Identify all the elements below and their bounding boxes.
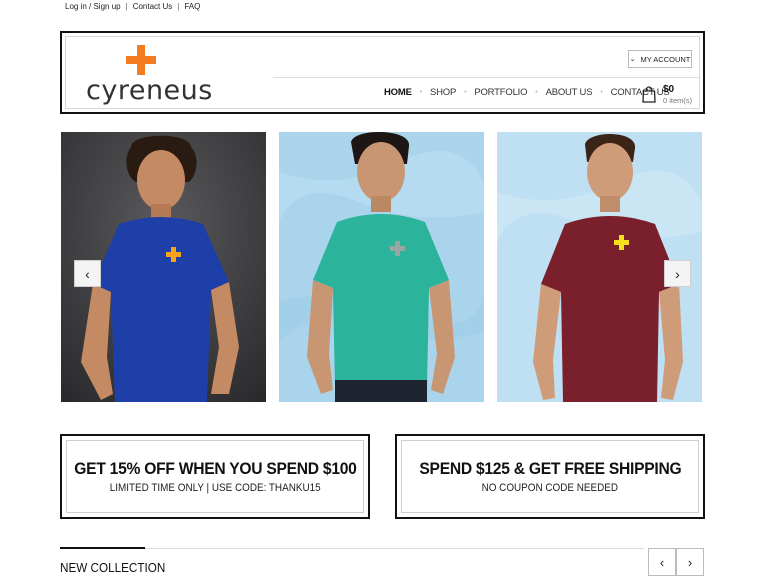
collection-prev-button[interactable]: ‹ — [648, 548, 676, 576]
plus-cross-icon — [126, 45, 156, 75]
promo-subtitle: LIMITED TIME ONLY | USE CODE: THANKU15 — [109, 482, 321, 494]
shopping-bag-icon — [642, 86, 656, 103]
nav-divider — [273, 77, 699, 78]
promo-box-discount[interactable]: GET 15% OFF WHEN YOU SPEND $100 LIMITED … — [60, 434, 370, 519]
section-accent-line — [60, 547, 145, 549]
promo-subtitle: NO COUPON CODE NEEDED — [481, 482, 619, 494]
slider-next-button[interactable]: › — [664, 260, 691, 287]
section-divider — [60, 548, 644, 549]
model-green-tshirt-image — [279, 132, 484, 402]
chevron-down-icon: ⌄ — [629, 56, 636, 63]
promo-title: SPEND $125 & GET FREE SHIPPING — [418, 459, 682, 478]
new-collection-section: NEW COLLECTION — [60, 547, 644, 576]
nav-separator: • — [419, 89, 422, 96]
chevron-left-icon: ‹ — [85, 265, 90, 282]
nav-item-shop[interactable]: SHOP — [430, 87, 456, 98]
mini-cart[interactable]: $0 0 item(s) — [642, 84, 697, 108]
separator: | — [125, 2, 128, 11]
separator: | — [177, 2, 180, 11]
cart-item-count: 0 item(s) — [663, 96, 693, 105]
nav-item-about-us[interactable]: ABOUT US — [546, 87, 593, 98]
slider-prev-button[interactable]: ‹ — [74, 260, 101, 287]
main-navigation: HOME • SHOP • PORTFOLIO • ABOUT US • CON… — [384, 87, 670, 98]
nav-separator: • — [464, 89, 467, 96]
chevron-right-icon: › — [675, 265, 680, 282]
faq-link[interactable]: FAQ — [184, 2, 200, 11]
header-inner-frame: cyreneus ⌄ MY ACCOUNT HOME • SHOP • PORT… — [65, 36, 700, 109]
cart-total: $0 — [663, 84, 675, 95]
collection-next-button[interactable]: › — [676, 548, 704, 576]
nav-separator: • — [535, 89, 538, 96]
my-account-button[interactable]: ⌄ MY ACCOUNT — [628, 50, 692, 68]
chevron-left-icon: ‹ — [659, 554, 665, 570]
login-signup-link[interactable]: Log in / Sign up — [65, 2, 121, 11]
chevron-right-icon: › — [687, 554, 693, 570]
top-utility-bar: Log in / Sign up | Contact Us | FAQ — [65, 2, 200, 11]
section-title: NEW COLLECTION — [60, 560, 166, 575]
promo-title: GET 15% OFF WHEN YOU SPEND $100 — [73, 459, 357, 478]
promo-inner-frame: SPEND $125 & GET FREE SHIPPING NO COUPON… — [401, 440, 699, 513]
brand-logo[interactable]: cyreneus — [86, 45, 212, 115]
hero-slide-2[interactable] — [279, 132, 484, 402]
my-account-label: MY ACCOUNT — [640, 54, 691, 64]
nav-separator: • — [600, 89, 603, 96]
nav-item-home[interactable]: HOME — [384, 87, 412, 98]
site-header: cyreneus ⌄ MY ACCOUNT HOME • SHOP • PORT… — [60, 31, 705, 114]
promo-box-free-shipping[interactable]: SPEND $125 & GET FREE SHIPPING NO COUPON… — [395, 434, 705, 519]
brand-name: cyreneus — [86, 75, 213, 106]
nav-item-portfolio[interactable]: PORTFOLIO — [474, 87, 527, 98]
contact-us-link[interactable]: Contact Us — [133, 2, 173, 11]
promo-inner-frame: GET 15% OFF WHEN YOU SPEND $100 LIMITED … — [66, 440, 364, 513]
